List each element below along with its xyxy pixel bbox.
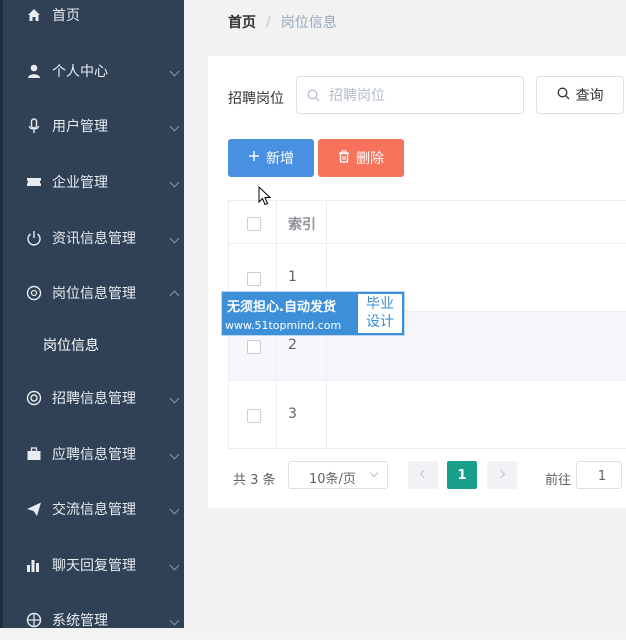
bar-chart-icon: [26, 557, 42, 573]
chevron-down-icon: [169, 393, 180, 403]
add-button-label: 新增: [266, 151, 294, 167]
page-size-select[interactable]: 10条/页: [288, 461, 388, 489]
checkbox-cell: [228, 381, 277, 448]
watermark-badge-top: 毕业: [366, 296, 394, 312]
query-button[interactable]: 查询: [536, 76, 624, 114]
index-cell: 3: [277, 381, 327, 448]
chevron-down-icon: [169, 449, 180, 459]
table-header-row: 索引: [228, 200, 626, 244]
sidebar-menu: 首页 个人中心 用户管理 企业管理 资讯信息管理 岗位信息管理 岗位信息 招聘信…: [0, 0, 184, 629]
sidebar-item-label: 岗位信息管理: [52, 286, 136, 302]
breadcrumb-separator: /: [266, 14, 271, 30]
disc-icon: [26, 285, 42, 301]
next-page-button[interactable]: [487, 461, 517, 489]
trash-icon: [338, 149, 350, 167]
content-card: 招聘岗位 查询 新增 删除: [208, 56, 626, 508]
paper-plane-icon: [26, 501, 42, 517]
search-icon: [307, 89, 320, 106]
plus-icon: [248, 150, 260, 166]
sidebar-item-recruitment[interactable]: 招聘信息管理: [0, 378, 184, 418]
prev-page-button[interactable]: [408, 461, 438, 489]
chevron-down-icon: [369, 468, 379, 478]
sidebar-item-label: 系统管理: [52, 613, 108, 629]
pagination: 共 3 条 10条/页 1 前往: [208, 461, 626, 493]
user-icon: [26, 63, 42, 79]
sidebar-item-system[interactable]: 系统管理: [0, 600, 184, 640]
sidebar-subitem-label: 岗位信息: [43, 338, 99, 354]
chevron-right-icon: [496, 469, 506, 479]
sidebar-item-enterprise[interactable]: 企业管理: [0, 162, 184, 202]
goto-page-input[interactable]: [581, 464, 623, 488]
delete-button-label: 删除: [356, 151, 384, 167]
chevron-down-icon: [169, 233, 180, 243]
delete-button[interactable]: 删除: [318, 139, 404, 177]
add-button[interactable]: 新增: [228, 139, 314, 177]
total-count: 共 3 条: [233, 473, 276, 488]
sidebar-item-label: 用户管理: [52, 119, 108, 135]
lifebuoy-icon: [26, 390, 42, 406]
chevron-down-icon: [169, 560, 180, 570]
breadcrumb: 首页 / 岗位信息: [228, 12, 337, 32]
sidebar-item-label: 交流信息管理: [52, 502, 136, 518]
search-input[interactable]: [327, 85, 511, 107]
chevron-down-icon: [169, 66, 180, 76]
sidebar-item-label: 聊天回复管理: [52, 558, 136, 574]
home-icon: [26, 7, 42, 23]
chevron-left-icon: [419, 469, 429, 479]
power-icon: [26, 230, 42, 246]
search-icon: [557, 87, 570, 104]
select-all-checkbox[interactable]: [247, 217, 261, 231]
chevron-down-icon: [169, 504, 180, 514]
page-size-value: 10条/页: [309, 472, 356, 487]
chevron-down-icon: [169, 121, 180, 131]
sidebar-item-chat-reply[interactable]: 聊天回复管理: [0, 545, 184, 585]
watermark-badge-bottom: 设计: [366, 314, 394, 330]
sidebar-item-label: 企业管理: [52, 175, 108, 191]
index-column-header: 索引: [288, 217, 316, 233]
chevron-down-icon: [169, 177, 180, 187]
table-row[interactable]: 3: [228, 381, 626, 449]
row-checkbox[interactable]: [247, 272, 261, 286]
page-number-current[interactable]: 1: [447, 461, 477, 489]
sidebar-item-label: 首页: [52, 8, 80, 24]
row-checkbox[interactable]: [247, 409, 261, 423]
chevron-down-icon: [169, 615, 180, 625]
sidebar-subitem-job-info[interactable]: 岗位信息: [0, 325, 184, 365]
sidebar-item-news[interactable]: 资讯信息管理: [0, 218, 184, 258]
sidebar-item-home[interactable]: 首页: [0, 0, 184, 35]
ticket-icon: [26, 174, 42, 190]
row-index: 1: [288, 269, 297, 285]
watermark-url: www.51topmind.com: [225, 319, 342, 332]
sidebar-item-label: 资讯信息管理: [52, 231, 136, 247]
sidebar-item-exchange[interactable]: 交流信息管理: [0, 489, 184, 529]
sidebar-item-jobs[interactable]: 岗位信息管理: [0, 273, 184, 313]
microphone-icon: [26, 118, 42, 134]
watermark-badge: 毕业 设计: [358, 294, 402, 333]
row-checkbox[interactable]: [247, 340, 261, 354]
goto-label: 前往: [545, 473, 572, 488]
briefcase-icon: [26, 446, 42, 462]
globe-icon: [26, 612, 42, 628]
sidebar-item-users[interactable]: 用户管理: [0, 106, 184, 146]
watermark-slogan: 无须担心.自动发货: [227, 300, 336, 315]
sidebar-item-label: 应聘信息管理: [52, 447, 136, 463]
sidebar-item-label: 个人中心: [52, 64, 108, 80]
goto-field[interactable]: [576, 461, 623, 489]
header-index-cell: 索引: [277, 201, 327, 243]
watermark-banner: 无须担心.自动发货 www.51topmind.com 毕业 设计: [221, 291, 405, 336]
row-index: 3: [288, 406, 297, 422]
breadcrumb-home[interactable]: 首页: [228, 12, 256, 32]
search-label: 招聘岗位: [228, 91, 284, 107]
chevron-up-icon: [169, 290, 180, 301]
sidebar-item-applications[interactable]: 应聘信息管理: [0, 434, 184, 474]
breadcrumb-current: 岗位信息: [280, 15, 337, 31]
search-field[interactable]: [296, 76, 524, 114]
sidebar-item-profile[interactable]: 个人中心: [0, 51, 184, 91]
row-index: 2: [288, 337, 297, 353]
mouse-cursor-icon: [258, 185, 272, 210]
sidebar-item-label: 招聘信息管理: [52, 391, 136, 407]
query-button-label: 查询: [575, 88, 604, 104]
